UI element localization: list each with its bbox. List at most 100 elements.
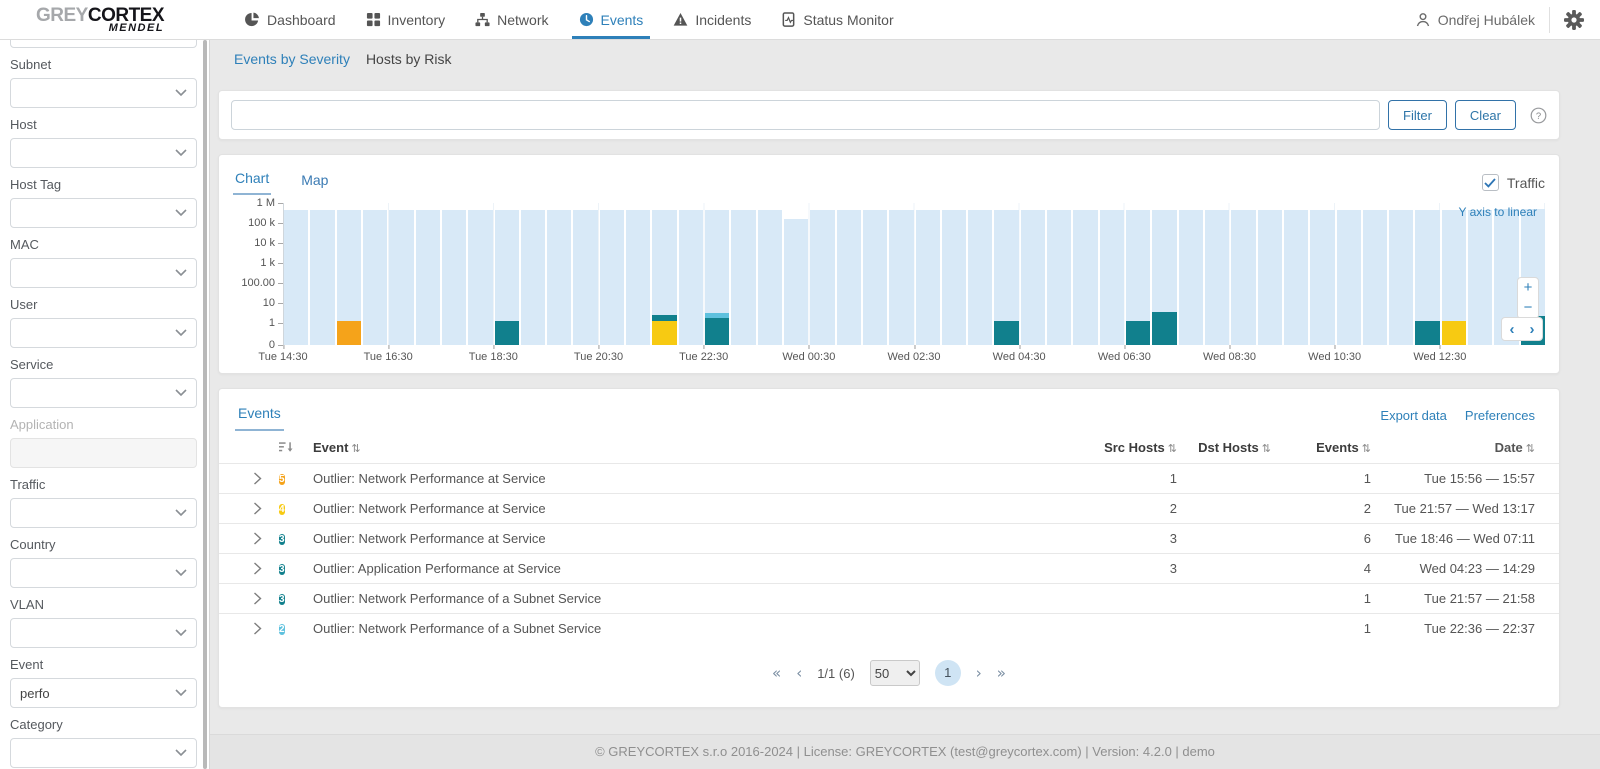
traffic-bar <box>626 209 651 345</box>
date-cell: Tue 21:57 — Wed 13:17 <box>1394 501 1535 516</box>
preferences-link[interactable]: Preferences <box>1465 408 1535 423</box>
country-select[interactable] <box>10 558 197 588</box>
expand-chevron-icon[interactable] <box>235 532 279 545</box>
nav-item-dashboard[interactable]: Dashboard <box>230 0 351 39</box>
event-select[interactable]: perfo <box>10 678 197 708</box>
column-header-src-hosts[interactable]: Src Hosts ⇅ <box>1047 440 1177 455</box>
event-bar-severity-3[interactable] <box>705 317 730 345</box>
filter-group-application: Application <box>10 417 197 468</box>
chart-bucket <box>547 203 572 345</box>
column-header-event[interactable]: Event ⇅ <box>313 440 1047 455</box>
traffic-bar <box>1204 209 1230 345</box>
expand-chevron-icon[interactable] <box>235 622 279 635</box>
traffic-bar <box>757 210 782 345</box>
table-row[interactable]: 3 Outlier: Network Performance at Servic… <box>219 523 1559 553</box>
current-page-button[interactable]: 1 <box>934 660 961 686</box>
expand-chevron-icon[interactable] <box>235 562 279 575</box>
x-tick-label: Tue 14:30 <box>258 345 308 363</box>
column-header-dst-hosts[interactable]: Dst Hosts ⇅ <box>1177 440 1271 455</box>
expand-chevron-icon[interactable] <box>235 472 279 485</box>
user-select[interactable] <box>10 318 197 348</box>
table-row[interactable]: 3 Outlier: Application Performance at Se… <box>219 553 1559 583</box>
sidebar-filter-select-partial[interactable] <box>10 40 197 48</box>
table-row[interactable]: 3 Outlier: Network Performance of a Subn… <box>219 583 1559 613</box>
table-row[interactable]: 5 Outlier: Network Performance at Servic… <box>219 463 1559 493</box>
first-page-button[interactable]: « <box>772 664 781 682</box>
mac-select[interactable] <box>10 258 197 288</box>
zoom-in-button[interactable]: + <box>1518 278 1538 298</box>
nav-item-inventory[interactable]: Inventory <box>351 0 461 39</box>
chart-bucket <box>862 203 888 345</box>
link-hosts-by-risk[interactable]: Hosts by Risk <box>366 51 452 67</box>
event-bar-severity-2[interactable] <box>705 312 730 318</box>
chart-tabs: Chart Map Traffic <box>233 165 1545 195</box>
tab-map[interactable]: Map <box>299 172 330 195</box>
traffic-checkbox[interactable]: Traffic <box>1481 174 1545 195</box>
event-name[interactable]: Outlier: Network Performance of a Subnet… <box>313 591 1047 606</box>
pan-right-button[interactable]: › <box>1530 322 1535 337</box>
filter-label: Event <box>10 657 44 672</box>
user-name: Ondřej Hubálek <box>1437 11 1535 28</box>
status-monitor-icon <box>781 12 796 27</box>
subnet-select[interactable] <box>10 78 197 108</box>
gear-icon[interactable] <box>1564 9 1584 30</box>
chart-bucket <box>362 203 388 345</box>
sort-icon: ⇅ <box>1361 441 1371 455</box>
category-select[interactable] <box>10 738 197 768</box>
host-tag-select[interactable] <box>10 198 197 228</box>
column-header-date[interactable]: Date ⇅ <box>1371 440 1535 455</box>
sidebar-scrollbar[interactable] <box>203 40 207 769</box>
zoom-out-button[interactable]: − <box>1518 298 1538 318</box>
nav-item-network[interactable]: Network <box>460 0 563 39</box>
help-icon[interactable]: ? <box>1530 107 1547 124</box>
filter-group-host: Host <box>10 117 197 168</box>
next-page-button[interactable]: › <box>976 664 982 682</box>
event-bar-severity-3[interactable] <box>1415 320 1440 345</box>
event-name[interactable]: Outlier: Network Performance of a Subnet… <box>313 621 1047 636</box>
page-size-select[interactable]: 50 <box>869 660 920 686</box>
event-name[interactable]: Outlier: Application Performance at Serv… <box>313 561 1047 576</box>
event-bar-severity-3[interactable] <box>652 314 677 321</box>
expand-chevron-icon[interactable] <box>235 502 279 515</box>
event-bar-severity-3[interactable] <box>494 320 519 345</box>
event-bar-severity-5[interactable] <box>336 320 361 345</box>
event-name[interactable]: Outlier: Network Performance at Service <box>313 531 1047 546</box>
chart-bucket <box>1126 203 1151 345</box>
nav-item-status-monitor[interactable]: Status Monitor <box>766 0 908 39</box>
event-name[interactable]: Outlier: Network Performance at Service <box>313 471 1047 486</box>
tab-events[interactable]: Events <box>235 405 284 431</box>
filter-button[interactable]: Filter <box>1388 100 1447 130</box>
event-bar-severity-3[interactable] <box>1126 320 1151 345</box>
clear-button[interactable]: Clear <box>1454 100 1516 130</box>
filter-label: Service <box>10 357 54 372</box>
tab-chart[interactable]: Chart <box>233 170 272 195</box>
chart-bucket <box>1099 203 1124 345</box>
app-logo[interactable]: GREYCORTEX MENDEL <box>36 6 165 34</box>
filter-query-input[interactable] <box>231 100 1381 130</box>
event-name[interactable]: Outlier: Network Performance at Service <box>313 501 1047 516</box>
sort-amount-icon[interactable] <box>279 440 313 454</box>
table-row[interactable]: 4 Outlier: Network Performance at Servic… <box>219 493 1559 523</box>
pan-left-button[interactable]: ‹ <box>1510 322 1515 337</box>
event-bar-severity-4[interactable] <box>652 320 677 345</box>
nav-item-events[interactable]: Events <box>564 0 659 39</box>
y-axis-to-linear-link[interactable]: Y axis to linear <box>1459 205 1538 219</box>
last-page-button[interactable]: » <box>997 664 1006 682</box>
export-data-link[interactable]: Export data <box>1380 408 1447 423</box>
user-menu[interactable]: Ondřej Hubálek <box>1415 12 1535 28</box>
event-bar-severity-3[interactable] <box>1152 312 1177 345</box>
events-card: Events Export data Preferences Event ⇅ Sr… <box>218 388 1560 708</box>
event-bar-severity-3[interactable] <box>994 320 1019 345</box>
table-row[interactable]: 2 Outlier: Network Performance of a Subn… <box>219 613 1559 643</box>
traffic-select[interactable] <box>10 498 197 528</box>
event-bar-severity-4[interactable] <box>1441 320 1467 345</box>
expand-chevron-icon[interactable] <box>235 592 279 605</box>
column-header-events[interactable]: Events ⇅ <box>1271 440 1371 455</box>
vlan-select[interactable] <box>10 618 197 648</box>
service-select[interactable] <box>10 378 197 408</box>
nav-item-incidents[interactable]: Incidents <box>658 0 766 39</box>
prev-page-button[interactable]: ‹ <box>796 664 802 682</box>
link-events-by-severity[interactable]: Events by Severity <box>234 51 350 67</box>
host-select[interactable] <box>10 138 197 168</box>
chart-bucket <box>441 203 467 345</box>
